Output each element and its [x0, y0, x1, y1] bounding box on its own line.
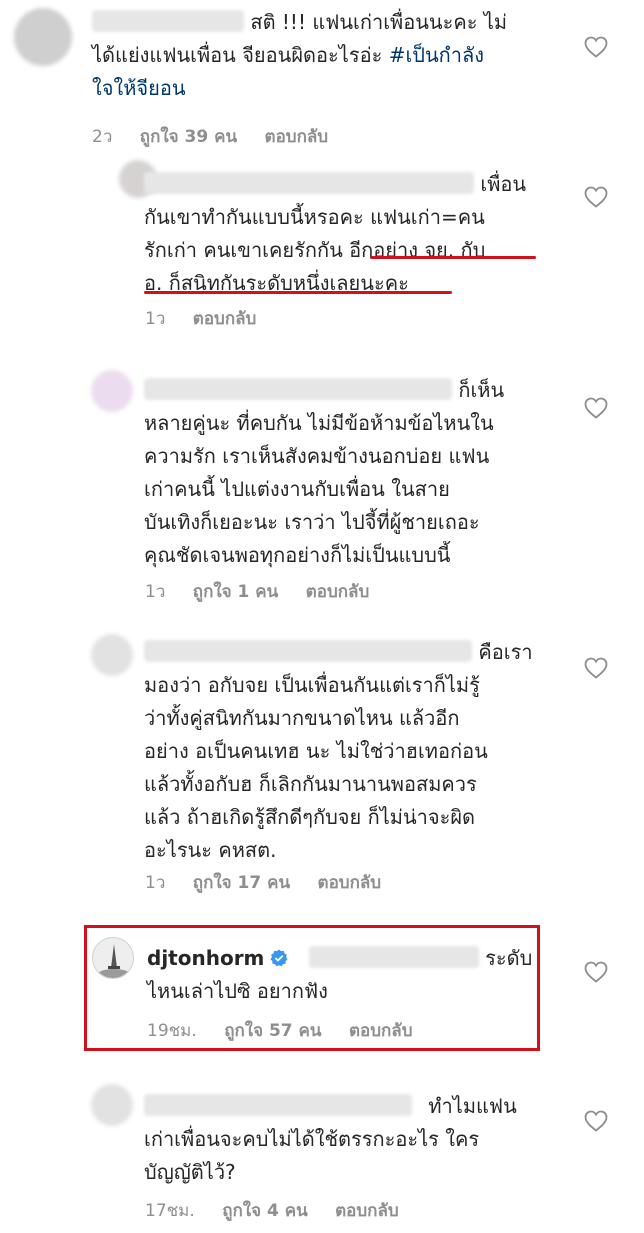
avatar[interactable] [91, 370, 133, 412]
reply-button[interactable]: ตอบกลับ [318, 873, 382, 893]
avatar[interactable] [92, 937, 134, 979]
comment-text: djtonhorm ระดับ ไหนเล่าไปซิ อยากฟัง [147, 942, 537, 1008]
comment-line: กันเขาทำกันแบบนี้หรอคะ แฟนเก่า=คน [144, 205, 485, 229]
highlight-underline [144, 291, 452, 294]
comment-line: บัญญัติไว้? [144, 1160, 236, 1184]
avatar[interactable] [91, 1084, 133, 1126]
comment-line: ความรัก เราเห็นสังคมข้างนอกบ่อย แฟน [144, 444, 490, 468]
like-count[interactable]: ถูกใจ 57 คน [224, 1021, 321, 1041]
comment-meta: 19ชม. ถูกใจ 57 คน ตอบกลับ [147, 1017, 434, 1044]
username-redacted [92, 10, 244, 32]
comment-line: แล้วทั้งอกับฮ ก็เลิกกันมานานพอสมควร [144, 772, 477, 796]
comment-line: รักเก่า คนเขาเคยรักกัน [144, 238, 343, 262]
heart-outline-icon[interactable] [584, 36, 608, 58]
comment-text: เพื่อน กันเขาทำกันแบบนี้หรอคะ แฟนเก่า=คน… [144, 168, 544, 300]
comment-line: แล้ว ถ้าฮเกิดรู้สึกดีๆกับจย ก็ไม่น่าจะผิ… [144, 805, 476, 829]
comment-line: ไหนเล่าไปซิ อยากฟัง [147, 979, 328, 1003]
heart-outline-icon[interactable] [584, 397, 608, 419]
like-count[interactable]: ถูกใจ 4 คน [222, 1201, 308, 1221]
comment-line: คุณชัดเจนพอทุกอย่างก็ไม่เป็นแบบนี้ [144, 543, 451, 567]
comment-line: สติ !!! แฟนเก่าเพื่อนนะคะ ไม่ [250, 10, 508, 34]
heart-outline-icon[interactable] [584, 961, 608, 983]
comment-line: เก่าคนนี้ ไปแต่งงานกับเพื่อน ในสาย [144, 477, 450, 501]
comment-line: เพื่อน [480, 172, 527, 196]
comment-time: 1ว [145, 309, 166, 329]
highlight-underline [370, 256, 536, 259]
comment-text: สติ !!! แฟนเก่าเพื่อนนะคะ ไม่ ได้แย่งแฟน… [92, 6, 532, 105]
username-redacted [144, 172, 474, 194]
heart-outline-icon[interactable] [584, 657, 608, 679]
comment-line: หลายคู่นะ ที่คบกัน ไม่มีข้อห้ามข้อไหนใน [144, 411, 494, 435]
comment-line: อะไรนะ คหสต. [144, 838, 277, 862]
avatar[interactable] [91, 634, 133, 676]
comment-line: ก็เห็น [458, 378, 505, 402]
heart-outline-icon[interactable] [584, 186, 608, 208]
comment-line: มองว่า อกับจย เป็นเพื่อนกันแต่เราก็ไม่รู… [144, 673, 480, 697]
comment-meta: 17ชม. ถูกใจ 4 คน ตอบกลับ [145, 1197, 421, 1224]
username-link[interactable]: djtonhorm [147, 946, 264, 970]
comment-line: ว่าทั้งคู่สนิทกันมากขนาดไหน แล้วอีก [144, 706, 460, 730]
avatar[interactable] [14, 8, 72, 66]
comment-line: บันเทิงก็เยอะนะ เราว่า ไปจี้ที่ผู้ชายเถอ… [144, 510, 480, 534]
comment-line: ได้แย่งแฟนเพื่อน จียอนผิดอะไรอ่ะ [92, 43, 383, 67]
like-count[interactable]: ถูกใจ 39 คน [140, 127, 237, 147]
tower-icon [93, 938, 133, 978]
username-redacted [144, 640, 472, 662]
comment-line: เก่าเพื่อนจะคบไม่ได้ใช้ตรรกะอะไร ใคร [144, 1127, 480, 1151]
comment-meta: 2ว ถูกใจ 39 คน ตอบกลับ [92, 123, 350, 150]
comment-text: ทำไมแฟน เก่าเพื่อนจะคบไม่ได้ใช้ตรรกะอะไร… [144, 1090, 554, 1189]
reply-button[interactable]: ตอบกลับ [306, 582, 370, 602]
heart-outline-icon[interactable] [584, 1110, 608, 1132]
username-redacted [144, 1094, 412, 1116]
comment-time: 1ว [145, 873, 166, 893]
like-count[interactable]: ถูกใจ 17 คน [193, 873, 290, 893]
comment-line: อย่าง อเป็นคนเทฮ นะ ไม่ใช่ว่าฮเทอก่อน [144, 739, 488, 763]
hashtag-link[interactable]: #เป็นกำลัง [389, 43, 484, 67]
comment-line: ระดับ [485, 946, 533, 970]
comment-time: 2ว [92, 127, 113, 147]
verified-badge-icon [270, 949, 288, 967]
reply-button[interactable]: ตอบกลับ [349, 1021, 413, 1041]
comment-meta: 1ว ถูกใจ 17 คน ตอบกลับ [145, 869, 403, 896]
comment-meta: 1ว ถูกใจ 1 คน ตอบกลับ [145, 578, 391, 605]
like-count[interactable]: ถูกใจ 1 คน [193, 582, 279, 602]
comment-time: 17ชม. [145, 1201, 195, 1221]
reply-button[interactable]: ตอบกลับ [265, 127, 329, 147]
comment-meta: 1ว ตอบกลับ [145, 305, 278, 332]
username-redacted [308, 946, 479, 968]
comment-time: 1ว [145, 582, 166, 602]
comment-time: 19ชม. [147, 1021, 197, 1041]
username-redacted [144, 378, 452, 400]
comment-text: คือเรา มองว่า อกับจย เป็นเพื่อนกันแต่เรา… [144, 636, 554, 867]
reply-button[interactable]: ตอบกลับ [193, 309, 257, 329]
comment-line: ทำไมแฟน [428, 1094, 517, 1118]
hashtag-link[interactable]: ใจให้จียอน [92, 76, 186, 100]
reply-button[interactable]: ตอบกลับ [335, 1201, 399, 1221]
comment-text: ก็เห็น หลายคู่นะ ที่คบกัน ไม่มีข้อห้ามข้… [144, 374, 554, 572]
comment-line: คือเรา [478, 640, 533, 664]
